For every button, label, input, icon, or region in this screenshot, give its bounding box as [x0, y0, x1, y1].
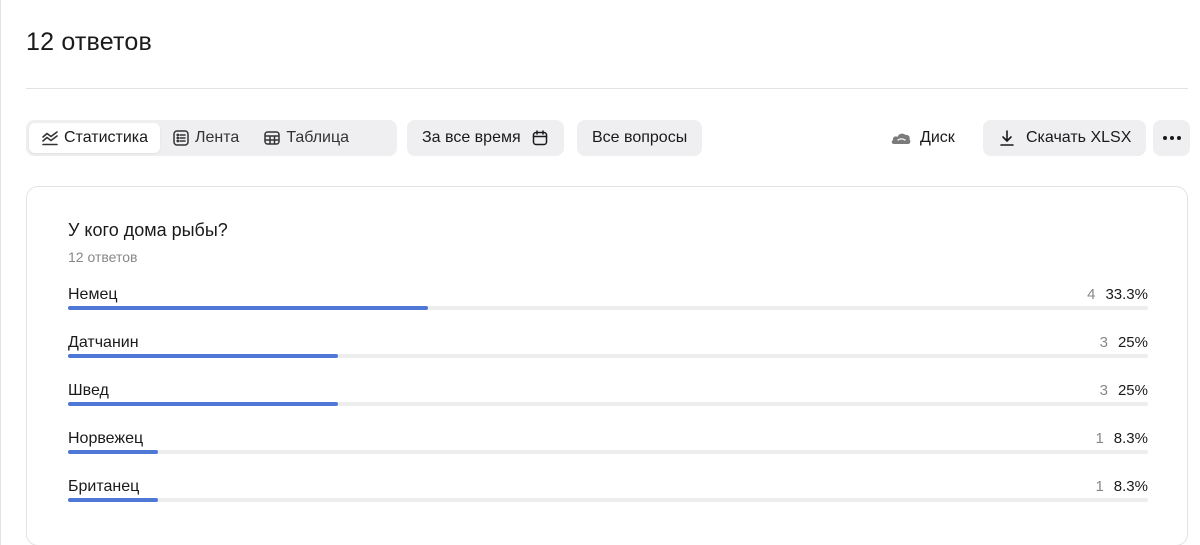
answer-label: Норвежец — [68, 430, 144, 447]
period-filter-label: За все время — [422, 129, 521, 146]
download-xlsx-button[interactable]: Скачать XLSX — [983, 120, 1147, 156]
answer-percent: 33.3% — [1105, 286, 1148, 303]
period-filter-button[interactable]: За все время — [407, 120, 564, 156]
tab-table-label: Таблица — [286, 129, 350, 146]
tab-feed-label: Лента — [195, 129, 240, 146]
tab-statistics[interactable]: Статистика — [29, 123, 161, 153]
header-divider — [26, 88, 1188, 89]
answer-label: Британец — [68, 478, 140, 495]
more-dots-icon — [1162, 136, 1181, 140]
answer-row: Немец 4 33.3% — [68, 286, 1148, 320]
disk-button[interactable]: Диск — [890, 120, 955, 156]
question-card: У кого дома рыбы? 12 ответов Немец 4 33.… — [26, 186, 1188, 545]
answer-stats: 1 8.3% — [1095, 430, 1148, 447]
download-icon — [998, 129, 1016, 147]
tab-feed[interactable]: Лента — [160, 123, 251, 153]
answer-bar-fill — [68, 402, 338, 406]
answer-stats: 3 25% — [1100, 334, 1148, 351]
questions-filter-button[interactable]: Все вопросы — [577, 120, 703, 156]
answer-stats: 3 25% — [1100, 382, 1148, 399]
answer-label: Датчанин — [68, 334, 139, 351]
answer-bar-fill — [68, 450, 158, 454]
chart-line-icon — [41, 129, 59, 147]
tab-statistics-label: Статистика — [64, 129, 149, 146]
answer-bar-track — [68, 498, 1148, 502]
left-border — [0, 0, 1, 545]
calendar-icon — [531, 129, 549, 147]
answer-bar-track — [68, 354, 1148, 358]
answer-stats: 4 33.3% — [1087, 286, 1148, 303]
page-title: 12 ответов — [26, 28, 152, 56]
cloud-disk-icon — [890, 129, 912, 147]
answer-bar-track — [68, 306, 1148, 310]
answer-percent: 25% — [1117, 334, 1148, 351]
answer-label: Швед — [68, 382, 109, 399]
answer-bar-fill — [68, 354, 338, 358]
questions-filter-label: Все вопросы — [592, 129, 688, 146]
answer-row: Норвежец 1 8.3% — [68, 430, 1148, 464]
disk-label: Диск — [920, 129, 955, 146]
list-icon — [172, 129, 190, 147]
answer-count: 4 — [1087, 286, 1096, 303]
tab-table[interactable]: Таблица — [251, 123, 361, 153]
answer-stats: 1 8.3% — [1095, 478, 1148, 495]
question-response-count: 12 ответов — [68, 249, 138, 265]
answer-label: Немец — [68, 286, 118, 303]
answer-bar-fill — [68, 498, 158, 502]
answer-count: 3 — [1099, 334, 1108, 351]
answer-percent: 25% — [1117, 382, 1148, 399]
view-switcher: Статистика Лента Таблица — [26, 120, 397, 156]
question-title: У кого дома рыбы? — [68, 220, 228, 240]
answer-row: Датчанин 3 25% — [68, 334, 1148, 368]
answer-row: Британец 1 8.3% — [68, 478, 1148, 512]
answer-bar-fill — [68, 306, 428, 310]
answer-count: 3 — [1099, 382, 1108, 399]
answer-row: Швед 3 25% — [68, 382, 1148, 416]
answer-bar-track — [68, 450, 1148, 454]
more-button[interactable] — [1153, 120, 1190, 156]
answer-percent: 8.3% — [1113, 430, 1148, 447]
answer-bar-track — [68, 402, 1148, 406]
answer-count: 1 — [1095, 430, 1104, 447]
table-icon — [263, 129, 281, 147]
answer-percent: 8.3% — [1113, 478, 1148, 495]
page: 12 ответов Статистика Лента Таблица За в… — [0, 0, 1200, 545]
download-xlsx-label: Скачать XLSX — [1026, 129, 1132, 146]
answer-count: 1 — [1095, 478, 1104, 495]
